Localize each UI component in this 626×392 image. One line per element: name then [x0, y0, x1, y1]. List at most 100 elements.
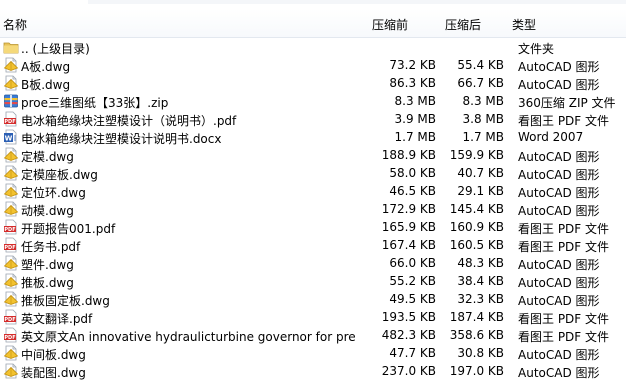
svg-text:PDF: PDF — [4, 119, 15, 125]
file-size-after: 32.3 KB — [457, 292, 504, 306]
file-type: AutoCAD 图形 — [518, 204, 600, 218]
file-type: AutoCAD 图形 — [518, 294, 600, 308]
file-size-after: 66.7 KB — [457, 76, 504, 90]
file-size-after: 159.9 KB — [449, 148, 504, 162]
file-size-before: 188.9 KB — [381, 148, 436, 162]
dwg-icon — [3, 291, 19, 307]
docx-icon: W — [3, 129, 19, 145]
file-type: AutoCAD 图形 — [518, 276, 600, 290]
file-size-before: 3.9 MB — [394, 112, 436, 126]
file-name: 任务书.pdf — [21, 240, 81, 254]
file-name: 电冰箱绝缘块注塑模设计（说明书）.pdf — [21, 114, 237, 128]
file-size-before: 55.2 KB — [389, 274, 436, 288]
file-list: .. (上级目录) 文件夹 A板.dwg 73.2 KB 55.4 KB AutoCAD … — [0, 38, 626, 380]
file-size-before: 167.4 KB — [381, 238, 436, 252]
column-size-before-header[interactable]: 压缩前 — [372, 16, 408, 33]
file-size-before: 86.3 KB — [389, 76, 436, 90]
file-size-before: 73.2 KB — [389, 58, 436, 72]
file-row[interactable]: PDF 电冰箱绝缘块注塑模设计（说明书）.pdf 3.9 MB 3.8 MB 看图王 P… — [0, 110, 626, 128]
svg-text:PDF: PDF — [4, 227, 15, 233]
file-row[interactable]: A板.dwg 73.2 KB 55.4 KB AutoCAD 图形 — [0, 56, 626, 74]
dwg-icon — [3, 201, 19, 217]
svg-text:W: W — [5, 134, 13, 142]
file-size-before: 8.3 MB — [394, 94, 436, 108]
file-size-before: 172.9 KB — [381, 202, 436, 216]
file-row[interactable]: 中间板.dwg 47.7 KB 30.8 KB AutoCAD 图形 — [0, 344, 626, 362]
file-type: AutoCAD 图形 — [518, 348, 600, 362]
file-type: 看图王 PDF 文件 — [518, 240, 610, 254]
file-size-before: 165.9 KB — [381, 220, 436, 234]
file-type: AutoCAD 图形 — [518, 78, 600, 92]
file-name: 定模座板.dwg — [21, 168, 98, 182]
dwg-icon — [3, 363, 19, 379]
file-size-before: 66.0 KB — [389, 256, 436, 270]
file-name: .. (上级目录) — [21, 42, 90, 56]
file-name: 装配图.dwg — [21, 366, 86, 380]
file-row[interactable]: PDF 英文原文An innovative hydraulicturbine go… — [0, 326, 626, 344]
file-size-after: 48.3 KB — [457, 256, 504, 270]
file-type: 看图王 PDF 文件 — [518, 114, 610, 128]
dwg-icon — [3, 183, 19, 199]
dwg-icon — [3, 147, 19, 163]
svg-text:PDF: PDF — [4, 317, 15, 323]
file-name: B板.dwg — [21, 78, 71, 92]
file-row[interactable]: B板.dwg 86.3 KB 66.7 KB AutoCAD 图形 — [0, 74, 626, 92]
file-size-before: 46.5 KB — [389, 184, 436, 198]
column-size-after-header[interactable]: 压缩后 — [445, 16, 481, 33]
file-row[interactable]: PDF 开题报告001.pdf 165.9 KB 160.9 KB 看图王 PDF 文件 — [0, 218, 626, 236]
file-row[interactable]: 塑件.dwg 66.0 KB 48.3 KB AutoCAD 图形 — [0, 254, 626, 272]
file-row[interactable]: 推板固定板.dwg 49.5 KB 32.3 KB AutoCAD 图形 — [0, 290, 626, 308]
dwg-icon — [3, 255, 19, 271]
svg-text:PDF: PDF — [4, 335, 15, 341]
file-row[interactable]: PDF 英文翻译.pdf 193.5 KB 187.4 KB 看图王 PDF 文件 — [0, 308, 626, 326]
file-type: Word 2007 — [518, 130, 584, 144]
file-size-before: 47.7 KB — [389, 346, 436, 360]
file-type: AutoCAD 图形 — [518, 186, 600, 200]
file-name: 中间板.dwg — [21, 348, 86, 362]
file-size-after: 197.0 KB — [449, 364, 504, 378]
file-row[interactable]: 定位环.dwg 46.5 KB 29.1 KB AutoCAD 图形 — [0, 182, 626, 200]
file-row[interactable]: 推板.dwg 55.2 KB 38.4 KB AutoCAD 图形 — [0, 272, 626, 290]
file-size-before: 237.0 KB — [381, 364, 436, 378]
file-name: 推板固定板.dwg — [21, 294, 110, 308]
file-row[interactable]: W 电冰箱绝缘块注塑模设计说明书.docx 1.7 MB 1.7 MB Word 200… — [0, 128, 626, 146]
file-type: AutoCAD 图形 — [518, 258, 600, 272]
file-size-before: 193.5 KB — [381, 310, 436, 324]
file-size-after: 160.9 KB — [449, 220, 504, 234]
file-name: 开题报告001.pdf — [21, 222, 116, 236]
column-type-header[interactable]: 类型 — [512, 16, 536, 33]
file-type: 看图王 PDF 文件 — [518, 330, 610, 344]
file-row[interactable]: proe三维图纸【33张】.zip 8.3 MB 8.3 MB 360压缩 ZIP 文… — [0, 92, 626, 110]
file-size-before: 1.7 MB — [394, 130, 436, 144]
dwg-icon — [3, 345, 19, 361]
file-row[interactable]: 定模座板.dwg 58.0 KB 40.7 KB AutoCAD 图形 — [0, 164, 626, 182]
file-row[interactable]: 动模.dwg 172.9 KB 145.4 KB AutoCAD 图形 — [0, 200, 626, 218]
pdf-icon: PDF — [3, 327, 19, 343]
dwg-icon — [3, 273, 19, 289]
file-row[interactable]: .. (上级目录) 文件夹 — [0, 38, 626, 56]
file-name: proe三维图纸【33张】.zip — [21, 96, 169, 110]
toolbar-strip-fill — [88, 0, 626, 4]
column-name-header[interactable]: 名称 — [3, 16, 27, 33]
file-name: 定位环.dwg — [21, 186, 86, 200]
file-size-before: 49.5 KB — [389, 292, 436, 306]
file-type: AutoCAD 图形 — [518, 366, 600, 380]
dwg-icon — [3, 57, 19, 73]
dwg-icon — [3, 75, 19, 91]
pdf-icon: PDF — [3, 111, 19, 127]
file-size-after: 38.4 KB — [457, 274, 504, 288]
file-name: 电冰箱绝缘块注塑模设计说明书.docx — [21, 132, 222, 146]
file-size-after: 1.7 MB — [462, 130, 504, 144]
pdf-icon: PDF — [3, 219, 19, 235]
file-type: 看图王 PDF 文件 — [518, 222, 610, 236]
file-name: 动模.dwg — [21, 204, 74, 218]
file-size-after: 187.4 KB — [449, 310, 504, 324]
file-name: A板.dwg — [21, 60, 71, 74]
folder-up-icon — [3, 39, 19, 55]
file-row[interactable]: 装配图.dwg 237.0 KB 197.0 KB AutoCAD 图形 — [0, 362, 626, 380]
file-size-before: 482.3 KB — [381, 328, 436, 342]
file-size-after: 30.8 KB — [457, 346, 504, 360]
file-size-after: 145.4 KB — [449, 202, 504, 216]
file-row[interactable]: 定模.dwg 188.9 KB 159.9 KB AutoCAD 图形 — [0, 146, 626, 164]
file-row[interactable]: PDF 任务书.pdf 167.4 KB 160.5 KB 看图王 PDF 文件 — [0, 236, 626, 254]
